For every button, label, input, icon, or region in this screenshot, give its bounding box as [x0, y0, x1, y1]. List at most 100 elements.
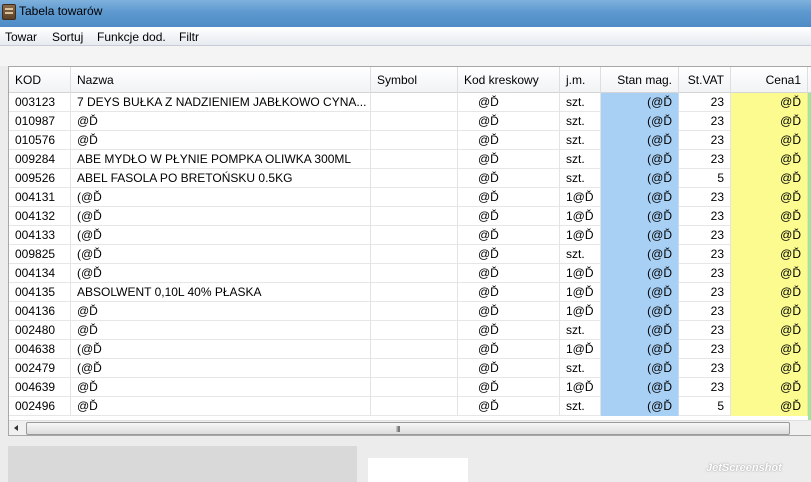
- cell-kod[interactable]: 002479: [9, 359, 71, 378]
- cell-cena1[interactable]: @Ď: [731, 378, 808, 397]
- cell-jm[interactable]: 1@Ď: [560, 188, 601, 207]
- cell-vat[interactable]: 23: [679, 321, 731, 340]
- cell-kod-kreskowy[interactable]: @Ď: [458, 378, 560, 397]
- cell-jm[interactable]: szt.: [560, 245, 601, 264]
- cell-jm[interactable]: 1@Ď: [560, 283, 601, 302]
- cell-kod[interactable]: 004136: [9, 302, 71, 321]
- cell-nazwa[interactable]: @Ď: [71, 397, 371, 416]
- table-row[interactable]: 010576 @Ď @Ď szt. (@Ď 23 @Ď: [9, 131, 811, 150]
- menu-filtr[interactable]: Filtr: [179, 30, 199, 44]
- cell-stan[interactable]: (@Ď: [601, 302, 679, 321]
- cell-stan[interactable]: (@Ď: [601, 321, 679, 340]
- cell-kod[interactable]: 004134: [9, 264, 71, 283]
- cell-kod-kreskowy[interactable]: @Ď: [458, 207, 560, 226]
- cell-nazwa[interactable]: @Ď: [71, 378, 371, 397]
- column-header-kod-kreskowy[interactable]: Kod kreskowy: [458, 67, 560, 93]
- cell-stan[interactable]: (@Ď: [601, 397, 679, 416]
- cell-cena1[interactable]: @Ď: [731, 112, 808, 131]
- cell-symbol[interactable]: [371, 378, 458, 397]
- cell-stan[interactable]: (@Ď: [601, 226, 679, 245]
- cell-cena1[interactable]: @Ď: [731, 150, 808, 169]
- cell-kod[interactable]: 009825: [9, 245, 71, 264]
- cell-kod[interactable]: 010576: [9, 131, 71, 150]
- cell-kod-kreskowy[interactable]: @Ď: [458, 169, 560, 188]
- column-header-st-vat[interactable]: St.VAT: [679, 67, 731, 93]
- cell-kod-kreskowy[interactable]: @Ď: [458, 359, 560, 378]
- cell-symbol[interactable]: [371, 150, 458, 169]
- cell-cena1[interactable]: @Ď: [731, 188, 808, 207]
- cell-stan[interactable]: (@Ď: [601, 188, 679, 207]
- cell-kod-kreskowy[interactable]: @Ď: [458, 226, 560, 245]
- scrollbar-thumb[interactable]: III: [26, 422, 790, 435]
- cell-kod[interactable]: 002480: [9, 321, 71, 340]
- cell-stan[interactable]: (@Ď: [601, 264, 679, 283]
- cell-jm[interactable]: 1@Ď: [560, 340, 601, 359]
- cell-jm[interactable]: 1@Ď: [560, 264, 601, 283]
- cell-nazwa[interactable]: ABEL FASOLA PO BRETOŃSKU 0.5KG: [71, 169, 371, 188]
- menu-sortuj[interactable]: Sortuj: [52, 30, 83, 44]
- cell-vat[interactable]: 23: [679, 378, 731, 397]
- cell-jm[interactable]: szt.: [560, 150, 601, 169]
- cell-nazwa[interactable]: (@Ď: [71, 226, 371, 245]
- cell-kod[interactable]: 004135: [9, 283, 71, 302]
- cell-vat[interactable]: 23: [679, 188, 731, 207]
- cell-cena1[interactable]: @Ď: [731, 131, 808, 150]
- cell-symbol[interactable]: [371, 283, 458, 302]
- cell-vat[interactable]: 23: [679, 226, 731, 245]
- cell-symbol[interactable]: [371, 112, 458, 131]
- table-row[interactable]: 003123 7 DEYS BUŁKA Z NADZIENIEM JABŁKOWO…: [9, 93, 811, 112]
- cell-cena1[interactable]: @Ď: [731, 340, 808, 359]
- table-row[interactable]: 004133 (@Ď @Ď 1@Ď (@Ď 23 @Ď: [9, 226, 811, 245]
- cell-vat[interactable]: 23: [679, 245, 731, 264]
- column-header-jm[interactable]: j.m.: [560, 67, 601, 93]
- cell-cena1[interactable]: @Ď: [731, 359, 808, 378]
- cell-vat[interactable]: 23: [679, 283, 731, 302]
- cell-jm[interactable]: szt.: [560, 321, 601, 340]
- cell-cena1[interactable]: @Ď: [731, 321, 808, 340]
- cell-kod[interactable]: 009284: [9, 150, 71, 169]
- cell-stan[interactable]: (@Ď: [601, 93, 679, 112]
- cell-nazwa[interactable]: ABSOLWENT 0,10L 40% PŁASKA: [71, 283, 371, 302]
- cell-nazwa[interactable]: (@Ď: [71, 245, 371, 264]
- cell-kod-kreskowy[interactable]: @Ď: [458, 283, 560, 302]
- cell-symbol[interactable]: [371, 340, 458, 359]
- cell-vat[interactable]: 5: [679, 397, 731, 416]
- cell-symbol[interactable]: [371, 169, 458, 188]
- cell-kod[interactable]: 004132: [9, 207, 71, 226]
- cell-kod-kreskowy[interactable]: @Ď: [458, 321, 560, 340]
- cell-symbol[interactable]: [371, 359, 458, 378]
- table-row[interactable]: 004136 @Ď @Ď 1@Ď (@Ď 23 @Ď: [9, 302, 811, 321]
- cell-jm[interactable]: szt.: [560, 112, 601, 131]
- cell-kod[interactable]: 004131: [9, 188, 71, 207]
- cell-kod-kreskowy[interactable]: @Ď: [458, 112, 560, 131]
- cell-jm[interactable]: 1@Ď: [560, 378, 601, 397]
- cell-kod-kreskowy[interactable]: @Ď: [458, 264, 560, 283]
- cell-vat[interactable]: 23: [679, 93, 731, 112]
- cell-kod-kreskowy[interactable]: @Ď: [458, 188, 560, 207]
- cell-nazwa[interactable]: (@Ď: [71, 340, 371, 359]
- cell-kod-kreskowy[interactable]: @Ď: [458, 397, 560, 416]
- cell-symbol[interactable]: [371, 264, 458, 283]
- cell-symbol[interactable]: [371, 245, 458, 264]
- cell-cena1[interactable]: @Ď: [731, 397, 808, 416]
- cell-kod[interactable]: 009526: [9, 169, 71, 188]
- cell-cena1[interactable]: @Ď: [731, 93, 808, 112]
- cell-stan[interactable]: (@Ď: [601, 169, 679, 188]
- horizontal-scrollbar[interactable]: III: [9, 420, 811, 435]
- cell-stan[interactable]: (@Ď: [601, 378, 679, 397]
- cell-stan[interactable]: (@Ď: [601, 359, 679, 378]
- table-row[interactable]: 010987 @Ď @Ď szt. (@Ď 23 @Ď: [9, 112, 811, 131]
- cell-cena1[interactable]: @Ď: [731, 169, 808, 188]
- cell-kod-kreskowy[interactable]: @Ď: [458, 340, 560, 359]
- table-row[interactable]: 009825 (@Ď @Ď szt. (@Ď 23 @Ď: [9, 245, 811, 264]
- cell-cena1[interactable]: @Ď: [731, 283, 808, 302]
- table-row[interactable]: 004131 (@Ď @Ď 1@Ď (@Ď 23 @Ď: [9, 188, 811, 207]
- cell-kod[interactable]: 004638: [9, 340, 71, 359]
- cell-cena1[interactable]: @Ď: [731, 207, 808, 226]
- table-row[interactable]: 004134 (@Ď @Ď 1@Ď (@Ď 23 @Ď: [9, 264, 811, 283]
- cell-symbol[interactable]: [371, 131, 458, 150]
- cell-symbol[interactable]: [371, 207, 458, 226]
- cell-stan[interactable]: (@Ď: [601, 207, 679, 226]
- cell-nazwa[interactable]: (@Ď: [71, 264, 371, 283]
- cell-vat[interactable]: 5: [679, 169, 731, 188]
